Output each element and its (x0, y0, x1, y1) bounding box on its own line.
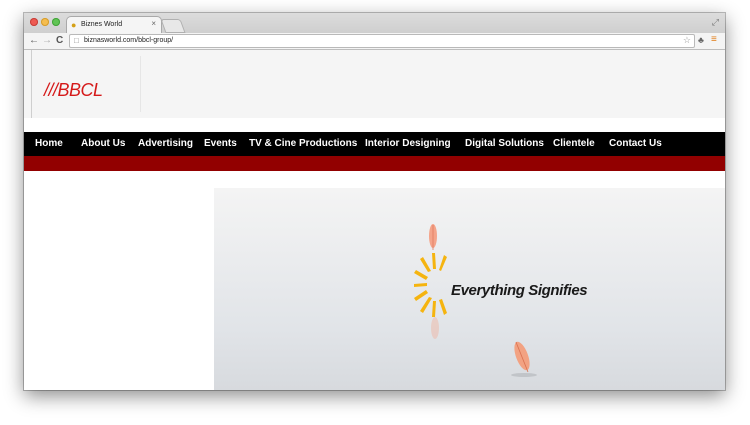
address-bar[interactable]: □ biznasworld.com/bbcl-group/ ☆ (69, 34, 695, 48)
browser-tab[interactable]: ● Biznes World × (66, 16, 162, 34)
main-nav: Home About Us Advertising Events TV & Ci… (24, 132, 725, 156)
url-text[interactable]: biznasworld.com/bbcl-group/ (84, 36, 173, 46)
site-logo[interactable]: ///BBCL (44, 80, 103, 100)
nav-home[interactable]: Home (35, 137, 63, 151)
tab-close-icon[interactable]: × (151, 19, 156, 29)
fullscreen-icon[interactable]: ⤢ (712, 17, 719, 28)
feather-icon-large (511, 341, 537, 377)
back-arrow-icon[interactable]: ← (29, 35, 39, 47)
hero-banner: Everything Signifies (214, 188, 725, 390)
close-window-button[interactable] (30, 18, 38, 26)
nav-digital-solutions[interactable]: Digital Solutions (465, 137, 544, 151)
reload-icon[interactable]: C (56, 35, 63, 47)
new-tab-button[interactable] (160, 19, 186, 33)
nav-clientele[interactable]: Clientele (553, 137, 595, 151)
nav-about-us[interactable]: About Us (81, 137, 125, 151)
feather-reflection-icon (431, 317, 439, 339)
header-divider (140, 56, 141, 112)
nav-advertising[interactable]: Advertising (138, 137, 193, 151)
tab-title: Biznes World (81, 21, 123, 28)
site-header: ///BBCL (24, 50, 725, 118)
maximize-window-button[interactable] (52, 18, 60, 26)
nav-interior-designing[interactable]: Interior Designing (365, 137, 451, 151)
nav-events[interactable]: Events (204, 137, 237, 151)
menu-icon[interactable]: ≡ (711, 34, 717, 46)
forward-arrow-icon[interactable]: → (42, 35, 52, 47)
web-page: ///BBCL Home About Us Advertising Events… (24, 50, 725, 390)
extension-icon[interactable]: ♣ (698, 35, 704, 46)
feather-icon (429, 224, 437, 250)
page-icon: □ (74, 36, 79, 45)
browser-toolbar: ← → C □ biznasworld.com/bbcl-group/ ☆ ♣ … (24, 33, 725, 50)
location-pin-icon: ● (71, 20, 77, 30)
nav-tv-cine-productions[interactable]: TV & Cine Productions (249, 137, 357, 151)
red-stripe (24, 156, 725, 171)
header-edge (31, 50, 32, 118)
browser-window: ● Biznes World × ⤢ ← → C □ biznasworld.c… (24, 13, 725, 390)
bookmark-star-icon[interactable]: ☆ (683, 35, 691, 46)
hero-tagline: Everything Signifies (451, 282, 588, 299)
nav-contact-us[interactable]: Contact Us (609, 137, 662, 151)
title-bar: ● Biznes World × ⤢ (24, 13, 725, 34)
minimize-window-button[interactable] (41, 18, 49, 26)
